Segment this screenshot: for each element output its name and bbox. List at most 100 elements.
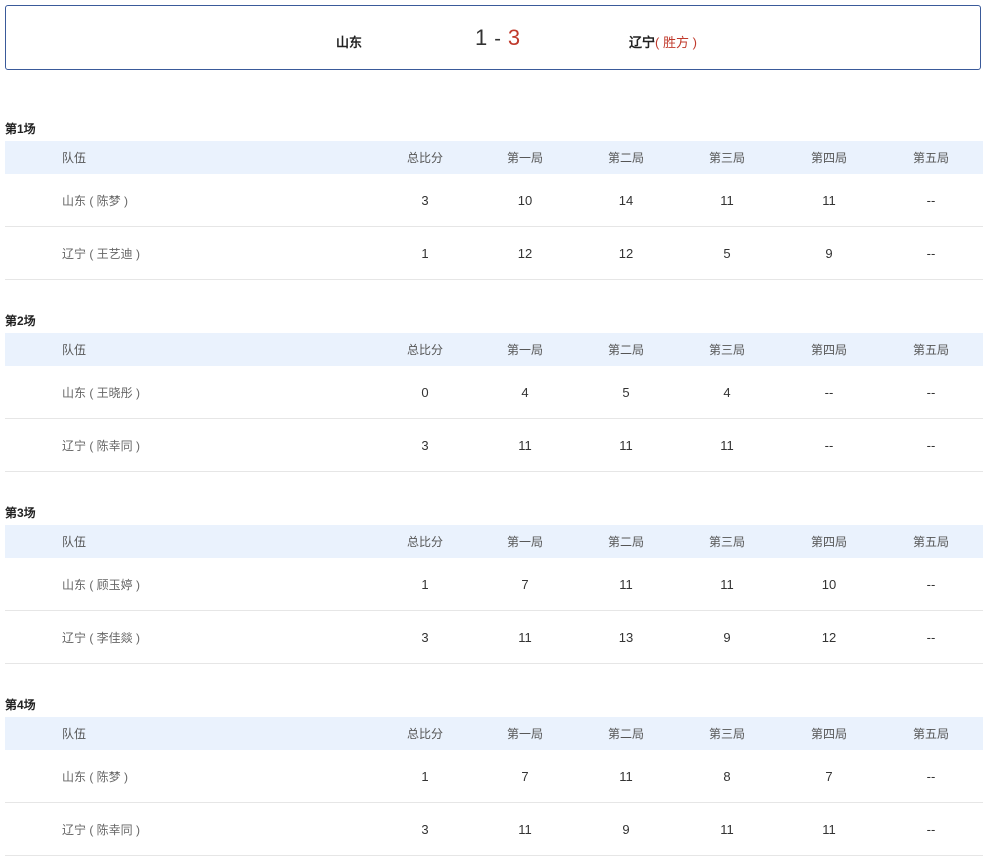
- header-total: 总比分: [406, 727, 443, 741]
- summary-team-right-name: 辽宁: [629, 35, 656, 50]
- row-game-5: --: [926, 821, 936, 837]
- table-row: 辽宁 ( 陈幸同 ) 3 11 11 11 -- --: [5, 419, 983, 472]
- header-game-3: 第三局: [708, 151, 745, 165]
- row-game-5: --: [926, 192, 936, 208]
- row-game-3: 11: [720, 192, 734, 208]
- row-game-3: 11: [720, 437, 734, 453]
- header-game-4: 第四局: [810, 151, 847, 165]
- header-total: 总比分: [406, 151, 443, 165]
- header-game-2: 第二局: [607, 151, 644, 165]
- header-game-5: 第五局: [912, 343, 949, 357]
- row-team: 山东 ( 陈梦 ): [62, 193, 128, 208]
- row-team: 山东 ( 陈梦 ): [62, 769, 128, 784]
- row-game-5: --: [926, 768, 936, 784]
- summary-score: 1-3: [475, 25, 521, 51]
- row-game-3: 5: [723, 245, 731, 261]
- row-game-2: 11: [619, 576, 633, 592]
- header-game-5: 第五局: [912, 151, 949, 165]
- match-table: 队伍 总比分 第一局 第二局 第三局 第四局 第五局 山东 ( 王晓彤 ) 0 …: [5, 333, 983, 472]
- row-game-5: --: [926, 629, 936, 645]
- row-total: 1: [421, 768, 429, 784]
- header-game-3: 第三局: [708, 727, 745, 741]
- summary-score-separator: -: [494, 28, 502, 50]
- row-game-2: 14: [618, 192, 634, 208]
- summary-score-right: 3: [507, 25, 522, 50]
- row-game-3: 4: [723, 384, 731, 400]
- header-game-3: 第三局: [708, 343, 745, 357]
- row-game-1: 7: [521, 576, 529, 592]
- table-header: 队伍 总比分 第一局 第二局 第三局 第四局 第五局: [5, 141, 983, 174]
- table-row: 山东 ( 陈梦 ) 3 10 14 11 11 --: [5, 174, 983, 227]
- summary-score-left: 1: [475, 25, 489, 50]
- row-total: 3: [421, 629, 429, 645]
- row-game-1: 4: [521, 384, 529, 400]
- header-game-2: 第二局: [607, 535, 644, 549]
- row-game-2: 11: [619, 437, 633, 453]
- table-row: 辽宁 ( 陈幸同 ) 3 11 9 11 11 --: [5, 803, 983, 856]
- header-game-2: 第二局: [607, 727, 644, 741]
- row-game-2: 5: [622, 384, 630, 400]
- row-game-5: --: [926, 384, 936, 400]
- header-team: 队伍: [62, 343, 87, 357]
- row-game-3: 9: [723, 629, 731, 645]
- row-game-3: 11: [720, 821, 734, 837]
- match-table: 队伍 总比分 第一局 第二局 第三局 第四局 第五局 山东 ( 陈梦 ) 1 7…: [5, 717, 983, 856]
- row-team: 辽宁 ( 陈幸同 ): [62, 822, 140, 837]
- table-row: 辽宁 ( 王艺迪 ) 1 12 12 5 9 --: [5, 227, 983, 280]
- row-game-2: 12: [618, 245, 634, 261]
- row-game-5: --: [926, 437, 936, 453]
- row-game-1: 11: [518, 437, 532, 453]
- header-game-2: 第二局: [607, 343, 644, 357]
- row-team: 辽宁 ( 王艺迪 ): [62, 246, 140, 261]
- match-summary-card: 山东 1-3 辽宁( 胜方 ): [5, 5, 981, 70]
- header-total: 总比分: [406, 343, 443, 357]
- match-table: 队伍 总比分 第一局 第二局 第三局 第四局 第五局 山东 ( 顾玉婷 ) 1 …: [5, 525, 983, 664]
- header-game-5: 第五局: [912, 535, 949, 549]
- match-title: 第2场: [5, 314, 36, 328]
- winner-tag: ( 胜方 ): [655, 35, 697, 50]
- row-game-4: 9: [825, 245, 833, 261]
- row-game-1: 11: [518, 629, 532, 645]
- row-game-4: --: [824, 384, 834, 400]
- row-game-1: 11: [518, 821, 532, 837]
- row-game-2: 11: [619, 768, 633, 784]
- row-total: 0: [421, 384, 429, 400]
- header-game-1: 第一局: [506, 151, 543, 165]
- header-team: 队伍: [62, 151, 87, 165]
- row-game-2: 9: [622, 821, 630, 837]
- header-game-1: 第一局: [506, 343, 543, 357]
- header-game-1: 第一局: [506, 535, 543, 549]
- row-game-5: --: [926, 245, 936, 261]
- match-title: 第3场: [5, 506, 36, 520]
- row-game-4: 11: [822, 821, 836, 837]
- row-total: 1: [421, 245, 429, 261]
- row-game-4: 10: [821, 576, 837, 592]
- row-game-1: 12: [517, 245, 533, 261]
- row-game-4: 12: [821, 629, 837, 645]
- header-game-4: 第四局: [810, 727, 847, 741]
- table-row: 山东 ( 顾玉婷 ) 1 7 11 11 10 --: [5, 558, 983, 611]
- table-row: 山东 ( 陈梦 ) 1 7 11 8 7 --: [5, 750, 983, 803]
- summary-team-right: 辽宁( 胜方 ): [629, 32, 697, 51]
- header-total: 总比分: [406, 535, 443, 549]
- header-game-5: 第五局: [912, 727, 949, 741]
- row-game-4: --: [824, 437, 834, 453]
- header-game-4: 第四局: [810, 343, 847, 357]
- header-game-1: 第一局: [506, 727, 543, 741]
- row-game-3: 8: [723, 768, 731, 784]
- row-game-1: 10: [517, 192, 533, 208]
- row-total: 1: [421, 576, 429, 592]
- row-total: 3: [421, 437, 429, 453]
- row-total: 3: [421, 821, 429, 837]
- match-title: 第4场: [5, 698, 36, 712]
- row-total: 3: [421, 192, 429, 208]
- row-game-4: 7: [825, 768, 833, 784]
- header-team: 队伍: [62, 727, 87, 741]
- header-team: 队伍: [62, 535, 87, 549]
- match-table: 队伍 总比分 第一局 第二局 第三局 第四局 第五局 山东 ( 陈梦 ) 3 1…: [5, 141, 983, 280]
- row-team: 山东 ( 顾玉婷 ): [62, 577, 140, 592]
- row-game-4: 11: [822, 192, 836, 208]
- row-game-2: 13: [618, 629, 634, 645]
- table-header: 队伍 总比分 第一局 第二局 第三局 第四局 第五局: [5, 333, 983, 366]
- summary-team-left: 山东: [336, 35, 363, 50]
